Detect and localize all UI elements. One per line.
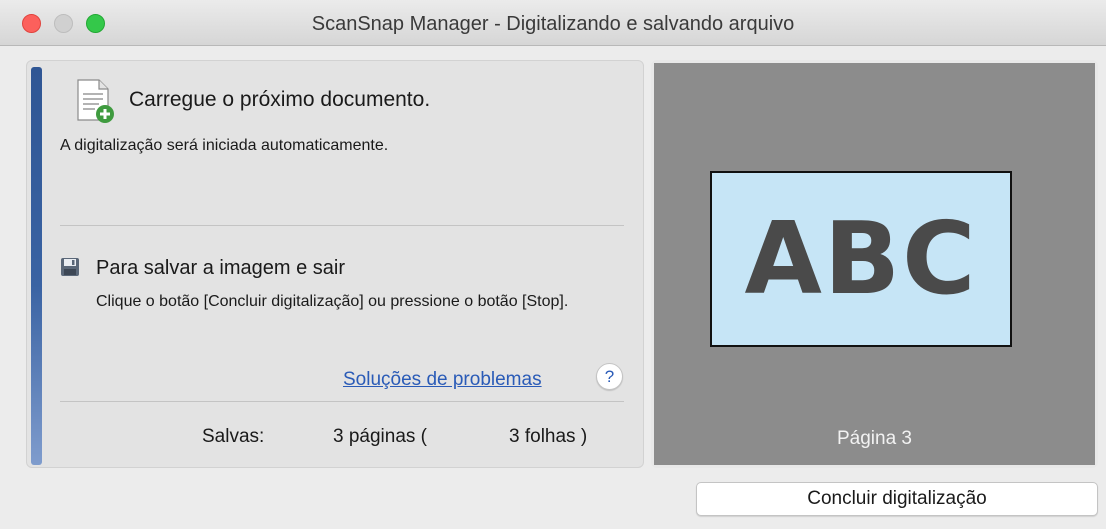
help-icon[interactable]: ? — [596, 363, 623, 390]
progress-accent-bar — [31, 67, 42, 465]
divider — [60, 225, 624, 226]
troubleshooting-link[interactable]: Soluções de problemas — [343, 369, 542, 391]
document-add-icon — [77, 79, 114, 123]
floppy-disk-icon — [61, 258, 79, 276]
finish-scan-button[interactable]: Concluir digitalização — [696, 482, 1098, 516]
save-instruction: Clique o botão [Concluir digitalização] … — [96, 293, 569, 310]
page-content-text: ABC — [744, 200, 978, 317]
saved-label: Salvas: — [202, 426, 265, 447]
page-number-label: Página 3 — [836, 428, 912, 449]
divider — [60, 401, 624, 402]
status-subtext: A digitalização será iniciada automatica… — [60, 137, 389, 154]
preview-panel: ABC Página 3 — [651, 60, 1098, 468]
window-title: ScanSnap Manager - Digitalizando e salva… — [311, 13, 795, 35]
save-heading: Para salvar a imagem e sair — [96, 257, 345, 279]
status-heading: Carregue o próximo documento. — [129, 88, 431, 111]
saved-sheets-count: 3 folhas ) — [509, 426, 588, 447]
status-panel: Carregue o próximo documento. A digitali… — [26, 60, 644, 468]
preview-area: ABC Página 3 — [654, 63, 1095, 465]
saved-pages-count: 3 páginas ( — [333, 426, 428, 447]
title-bar: ScanSnap Manager - Digitalizando e salva… — [0, 0, 1106, 46]
scanned-page-thumbnail: ABC — [710, 171, 1012, 347]
